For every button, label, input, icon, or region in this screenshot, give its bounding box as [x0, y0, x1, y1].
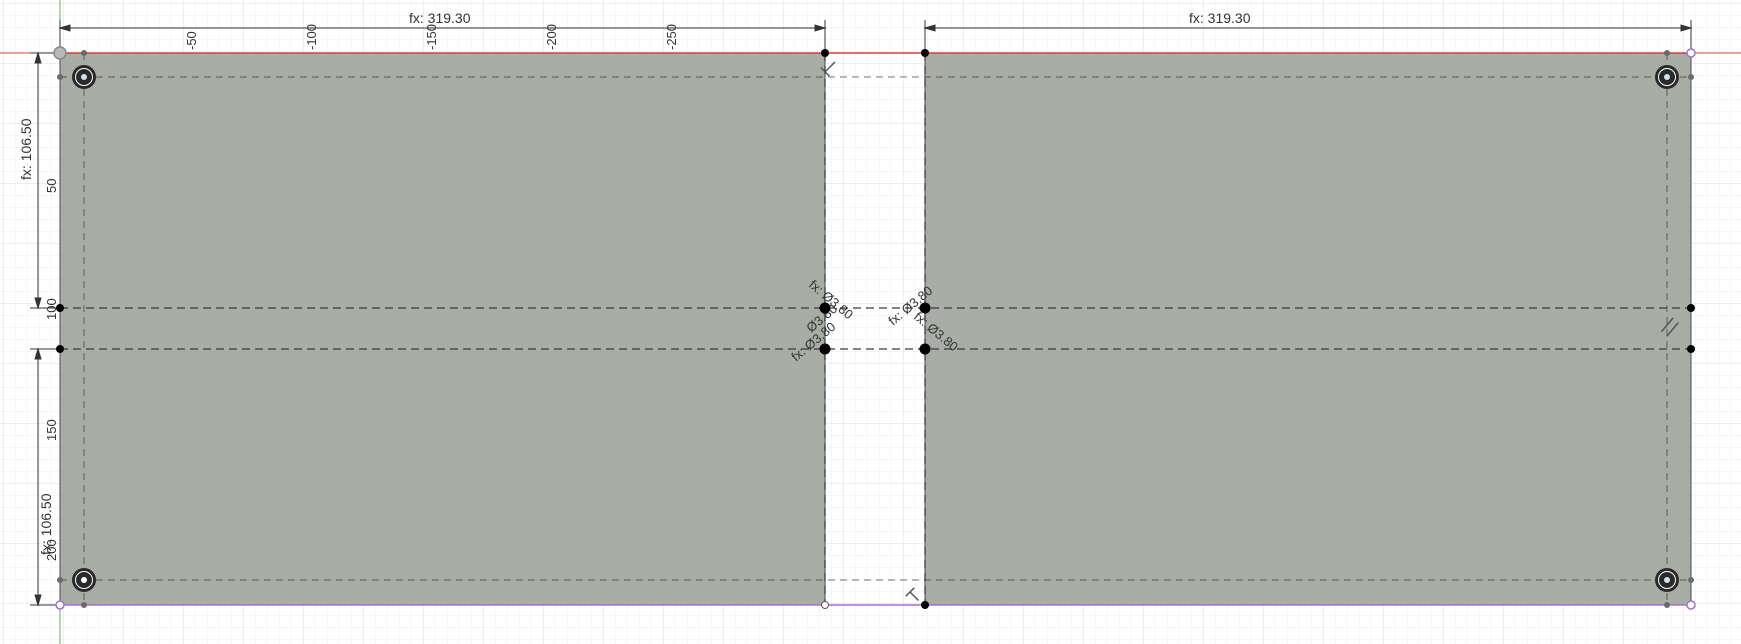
sketch-canvas[interactable]: -50 -100 -150 -200 -250 50 100 150 200 f… — [0, 0, 1741, 644]
sketch-point[interactable] — [81, 602, 87, 608]
sketch-point[interactable] — [56, 304, 64, 312]
sketch-point[interactable] — [1687, 304, 1695, 312]
hole-center — [81, 74, 87, 80]
sketch-point[interactable] — [1664, 602, 1670, 608]
sketch-point[interactable] — [57, 577, 63, 583]
endpoint-marker[interactable] — [1686, 600, 1696, 610]
open-endpoint[interactable] — [821, 601, 829, 609]
endpoint-marker[interactable] — [1686, 48, 1696, 58]
hole-center — [1664, 74, 1670, 80]
center-hole-point[interactable] — [819, 302, 831, 314]
sketch-point[interactable] — [1687, 345, 1695, 353]
dimension-left-width-label[interactable]: fx: 319.30 — [409, 10, 471, 26]
ruler-left-tick: 150 — [44, 419, 59, 441]
center-hole-point[interactable] — [919, 302, 931, 314]
dimension-bottom-height-label[interactable]: fx: 106.50 — [38, 493, 54, 555]
dimension-right-width-label[interactable]: fx: 319.30 — [1189, 10, 1251, 26]
sketch-point[interactable] — [1688, 74, 1694, 80]
mounting-hole-top-left[interactable] — [72, 65, 96, 89]
sketch-point[interactable] — [1664, 50, 1670, 56]
sketch-point[interactable] — [921, 601, 929, 609]
sketch-point[interactable] — [57, 74, 63, 80]
origin-point[interactable] — [53, 46, 67, 60]
sketch-point[interactable] — [921, 49, 929, 57]
endpoint-marker[interactable] — [55, 600, 65, 610]
mounting-hole-top-right[interactable] — [1655, 65, 1679, 89]
plate-left-profile[interactable] — [59, 52, 826, 606]
sketch-point[interactable] — [81, 50, 87, 56]
center-hole-point[interactable] — [919, 343, 931, 355]
center-hole-point[interactable] — [819, 343, 831, 355]
plate-right-profile[interactable] — [924, 52, 1692, 606]
sketch-point[interactable] — [1688, 577, 1694, 583]
dimension-top-height-label[interactable]: fx: 106.50 — [18, 118, 34, 180]
mounting-hole-bottom-left[interactable] — [72, 568, 96, 592]
sketch-point[interactable] — [56, 345, 64, 353]
ruler-top-tick: -50 — [184, 31, 199, 50]
hole-center — [81, 577, 87, 583]
sketch-point[interactable] — [821, 49, 829, 57]
mounting-hole-bottom-right[interactable] — [1655, 568, 1679, 592]
ruler-left-tick: 50 — [44, 179, 59, 193]
hole-center — [1664, 577, 1670, 583]
